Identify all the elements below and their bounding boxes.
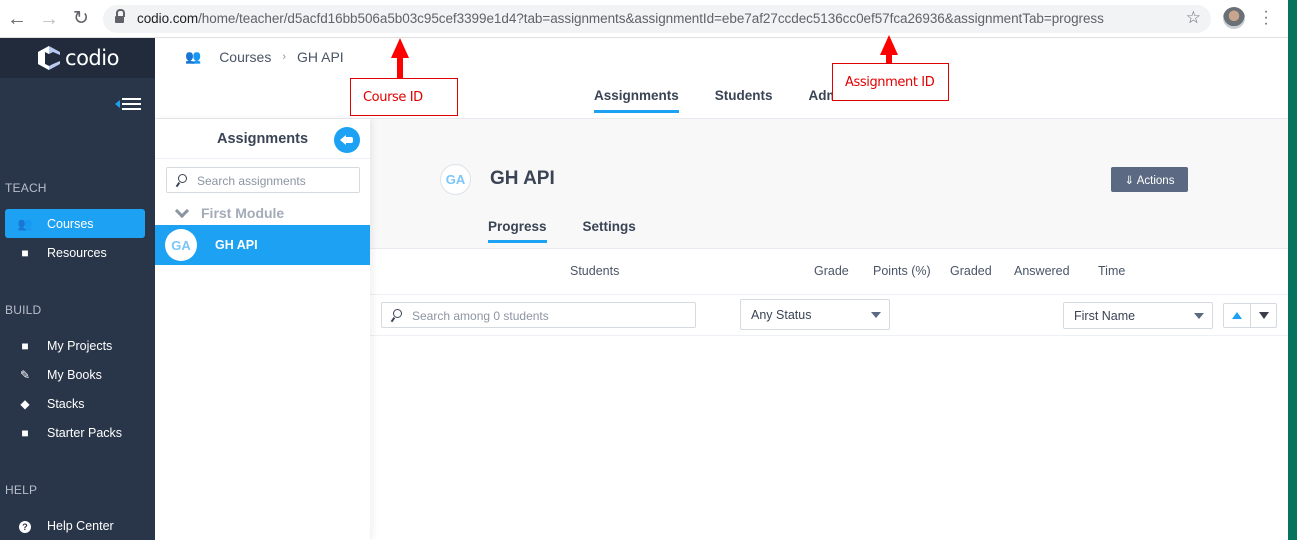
browser-toolbar: ← → ↻ codio.com/home/teacher/d5acfd16bb5…	[0, 0, 1288, 38]
forward-arrow-icon[interactable]: →	[38, 8, 60, 30]
status-filter-dropdown[interactable]: Any Status	[740, 299, 890, 330]
page-header: 👥 Courses › GH API Assignments Students …	[155, 38, 1288, 119]
assignment-tabs: Progress Settings	[488, 219, 672, 243]
sort-descending-button[interactable]	[1250, 304, 1276, 327]
assignment-item[interactable]: GA GH API	[155, 225, 370, 265]
arrow-left-icon	[115, 100, 120, 108]
sidebar: codio TEACH 👥 Courses ■ Resources BUILD …	[0, 38, 155, 540]
sidebar-item-label: My Books	[47, 367, 102, 382]
column-answered[interactable]: Answered	[1014, 264, 1070, 278]
breadcrumb-current: GH API	[297, 49, 344, 65]
sidebar-item-help-center[interactable]: ? Help Center	[5, 511, 145, 540]
hamburger-icon	[122, 98, 141, 110]
column-graded[interactable]: Graded	[950, 264, 992, 278]
assignment-id-annotation: Assignment ID	[832, 63, 949, 101]
question-glyph: ?	[19, 520, 31, 533]
briefcase-icon: ■	[21, 338, 29, 353]
package-icon: ■	[21, 425, 29, 440]
sort-ascending-button[interactable]	[1224, 304, 1250, 327]
address-bar[interactable]: codio.com/home/teacher/d5acfd16bb506a5b0…	[103, 5, 1211, 33]
sidebar-item-starter-packs[interactable]: ■ Starter Packs	[5, 418, 145, 447]
sidebar-item-label: Stacks	[47, 396, 85, 411]
status-filter-value: Any Status	[751, 308, 812, 322]
table-header: Students Grade Points (%) Graded Answere…	[370, 249, 1288, 295]
assignment-title: GH API	[490, 168, 555, 189]
bookmark-star-icon[interactable]: ☆	[1186, 8, 1201, 28]
assignment-content: GA GH API ⇓ Actions Progress Settings St…	[370, 119, 1288, 540]
column-time[interactable]: Time	[1098, 264, 1125, 278]
assignments-panel: Assignments First Module GA GH API	[155, 119, 370, 540]
filter-row: Any Status First Name	[370, 295, 1288, 336]
sidebar-item-label: My Projects	[47, 338, 113, 353]
codio-logo-icon	[38, 46, 61, 70]
breadcrumb: 👥 Courses › GH API	[185, 49, 344, 65]
column-points[interactable]: Points (%)	[873, 264, 931, 278]
assignment-search[interactable]	[166, 167, 360, 193]
url-host: codio.com	[137, 11, 199, 26]
assignment-header: GA GH API ⇓ Actions Progress Settings	[370, 119, 1288, 249]
breadcrumb-courses[interactable]: Courses	[219, 49, 271, 65]
course-id-annotation: Course ID	[350, 78, 458, 116]
chevron-right-icon: ›	[282, 51, 286, 63]
question-icon: ?	[14, 519, 36, 533]
tab-students[interactable]: Students	[715, 88, 773, 112]
sidebar-item-my-projects[interactable]: ■ My Projects	[5, 331, 145, 360]
section-build: BUILD	[5, 303, 42, 317]
lock-icon	[115, 9, 125, 24]
folder-icon: ■	[21, 245, 29, 260]
search-icon	[176, 174, 187, 187]
sidebar-item-label: Resources	[47, 245, 107, 260]
users-icon: 👥	[17, 216, 33, 231]
sidebar-item-label: Starter Packs	[47, 425, 123, 440]
search-icon	[391, 309, 402, 322]
sidebar-item-stacks[interactable]: ◆ Stacks	[5, 389, 145, 418]
browser-menu-icon[interactable]: · · ·	[1258, 4, 1274, 32]
edit-icon: ✎	[19, 367, 31, 382]
sidebar-item-courses[interactable]: 👥 Courses	[5, 209, 145, 238]
sort-field-value: First Name	[1074, 309, 1136, 323]
logo-text: codio	[65, 46, 119, 70]
logo[interactable]: codio	[0, 38, 155, 78]
back-arrow-icon[interactable]: ←	[6, 8, 28, 30]
url-text[interactable]: codio.com/home/teacher/d5acfd16bb506a5b0…	[137, 11, 1104, 26]
student-search-input[interactable]	[412, 307, 682, 324]
url-path: /home/teacher/d5acfd16bb506a5b03c95cef33…	[198, 11, 1104, 26]
assignment-name: GH API	[215, 238, 258, 252]
collapse-menu-button[interactable]	[115, 96, 143, 112]
assignment-avatar: GA	[165, 229, 197, 261]
tab-progress[interactable]: Progress	[488, 219, 547, 243]
sidebar-item-my-books[interactable]: ✎ My Books	[5, 360, 145, 389]
caret-down-icon	[871, 312, 881, 318]
module-name: First Module	[201, 205, 285, 221]
student-search[interactable]	[381, 302, 696, 328]
sidebar-item-resources[interactable]: ■ Resources	[5, 238, 145, 267]
tab-settings[interactable]: Settings	[583, 219, 636, 242]
tab-assignments[interactable]: Assignments	[594, 88, 679, 113]
column-grade[interactable]: Grade	[814, 264, 849, 278]
divider	[155, 158, 370, 159]
sort-direction	[1223, 303, 1277, 328]
triangle-down-icon	[1259, 312, 1269, 319]
reload-icon[interactable]: ↻	[70, 8, 92, 30]
profile-avatar[interactable]	[1223, 7, 1245, 29]
sidebar-item-label: Help Center	[47, 518, 114, 533]
module-first-module[interactable]: First Module	[155, 201, 370, 225]
assignment-avatar: GA	[440, 164, 471, 195]
column-students[interactable]: Students	[570, 264, 619, 278]
caret-down-icon	[1194, 313, 1204, 319]
section-help: HELP	[5, 483, 38, 497]
sort-field-dropdown[interactable]: First Name	[1063, 302, 1213, 329]
layers-icon: ◆	[20, 396, 30, 411]
triangle-up-icon	[1232, 312, 1242, 319]
users-icon: 👥	[185, 49, 202, 64]
section-teach: TEACH	[5, 181, 47, 195]
collapse-panel-button[interactable]	[334, 127, 360, 153]
sidebar-item-label: Courses	[47, 216, 94, 231]
actions-button[interactable]: ⇓ Actions	[1111, 167, 1188, 192]
window-edge	[1288, 0, 1297, 540]
assignment-search-input[interactable]	[197, 172, 355, 189]
chevron-down-icon	[176, 208, 186, 218]
